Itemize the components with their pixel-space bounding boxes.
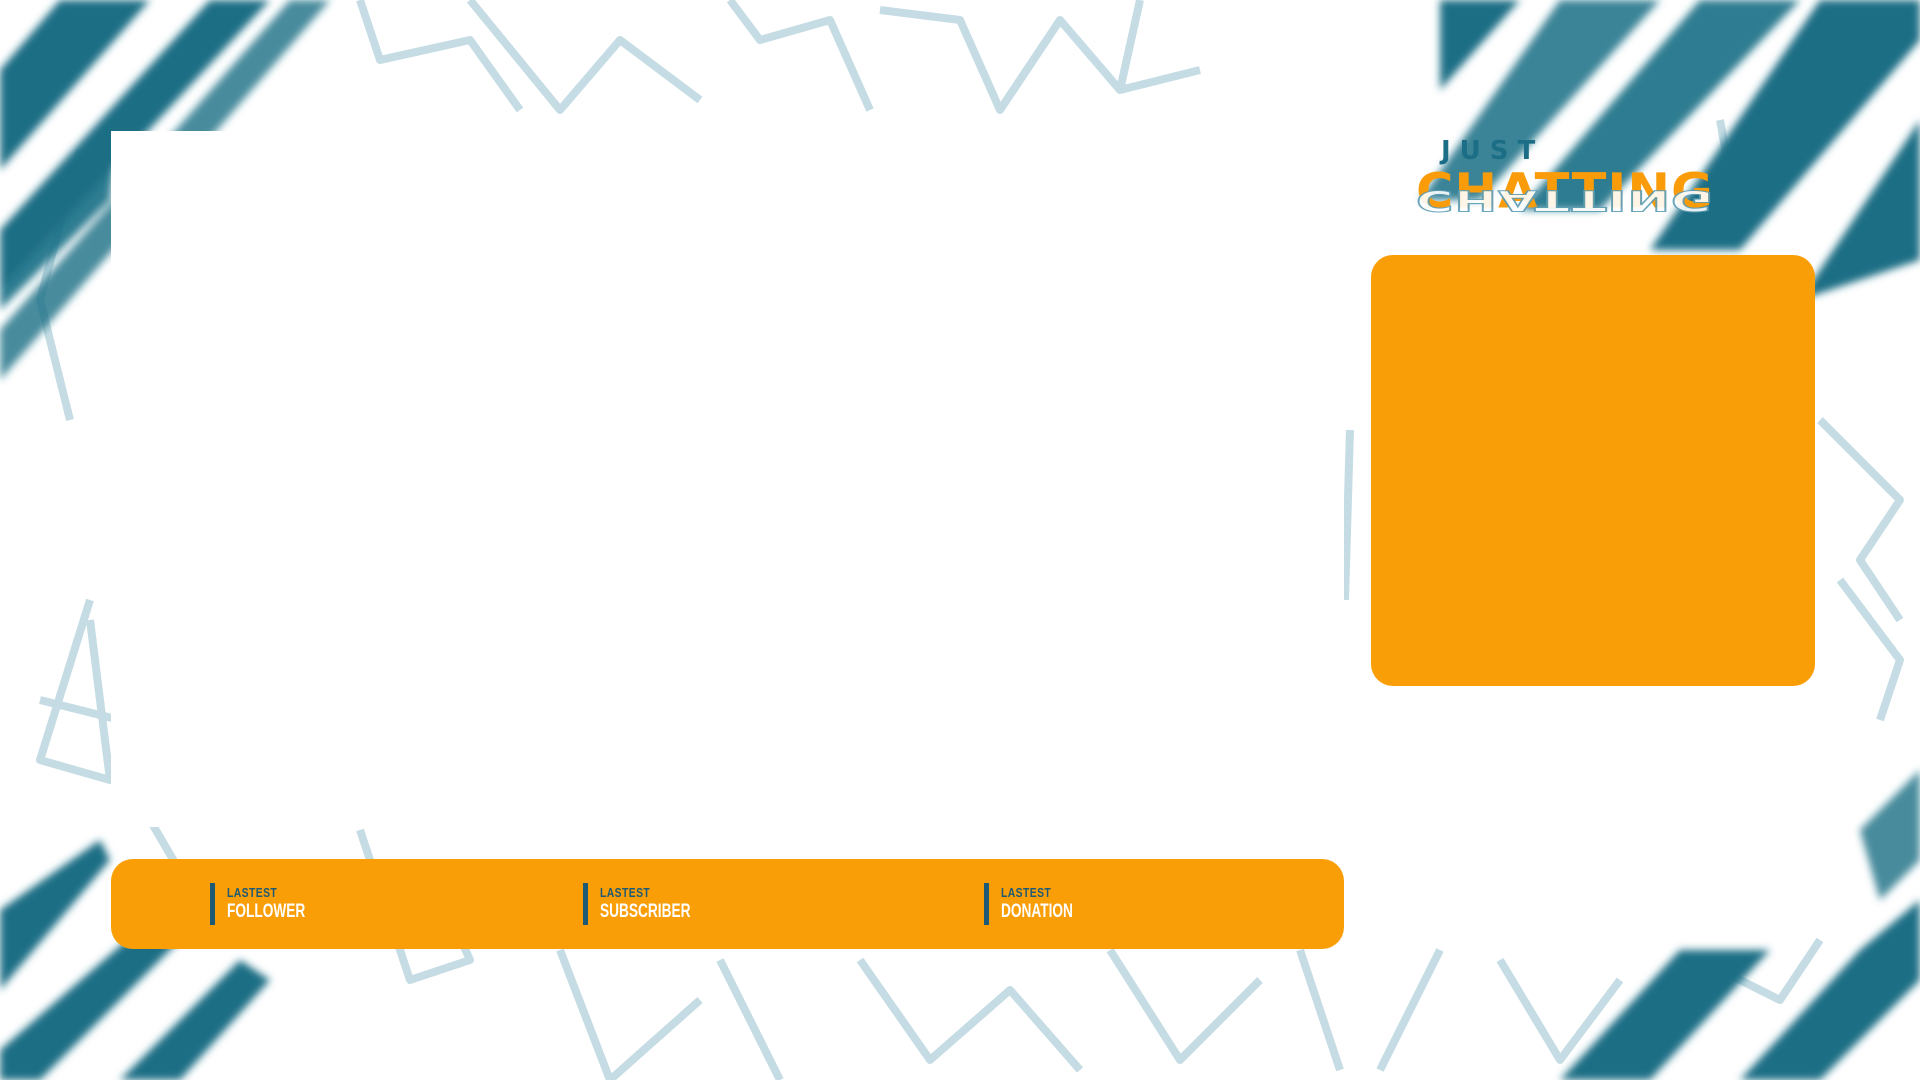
latest-follower-label: LASTEST xyxy=(227,885,278,900)
teal-stripes-bottom-right xyxy=(1560,770,1920,1080)
webcam-frame xyxy=(1371,255,1815,686)
latest-donation-label: LASTEST xyxy=(1001,885,1052,900)
title-line-just: JUST xyxy=(1441,136,1545,166)
latest-donation-title: DONATION xyxy=(1001,901,1073,922)
main-screen-area xyxy=(111,131,1344,827)
latest-subscriber-label: LASTEST xyxy=(600,885,651,900)
latest-subscriber-title: SUBSCRIBER xyxy=(600,901,691,922)
info-bar: LASTEST FOLLOWER LASTEST SUBSCRIBER LAST… xyxy=(111,859,1344,949)
accent-mark xyxy=(210,883,215,925)
title-reflection: CHATTING xyxy=(1415,183,1714,217)
scene-title: JUST CHATTING CHATTING xyxy=(1413,136,1714,248)
latest-follower-title: FOLLOWER xyxy=(227,901,306,922)
accent-mark xyxy=(583,883,588,925)
accent-mark xyxy=(984,883,989,925)
